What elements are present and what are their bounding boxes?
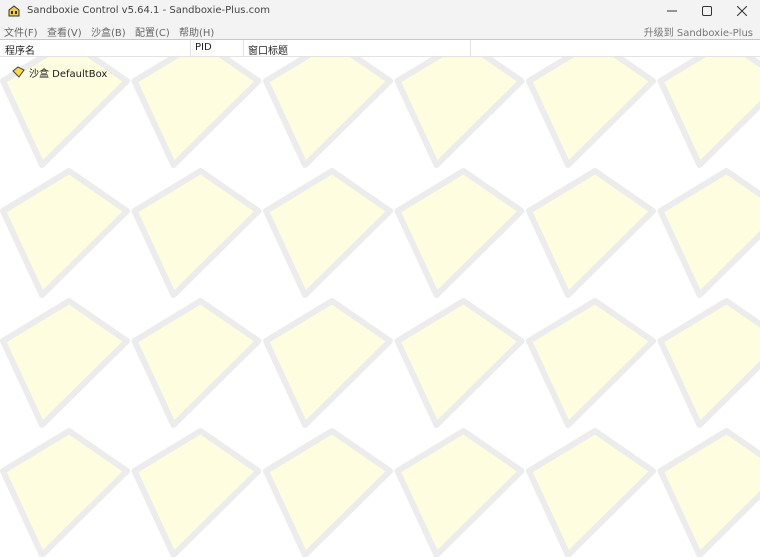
pattern-kite [529,171,653,295]
pattern-kite [661,431,760,555]
upgrade-link[interactable]: 升级到 Sandboxie-Plus [644,24,753,39]
menu-sandbox[interactable]: 沙盒(B) [91,24,126,39]
pattern-kite [3,301,127,425]
pattern-kite [266,41,390,165]
background-pattern [0,40,760,557]
pattern-kite [529,431,653,555]
pattern-kite [3,41,127,165]
menu-view[interactable]: 查看(V) [47,24,82,39]
close-button[interactable] [726,0,758,22]
pattern-kite [266,171,390,295]
column-window-title[interactable]: 窗口标题 [248,42,288,57]
column-divider[interactable] [190,40,191,56]
sandbox-row-defaultbox[interactable]: 沙盒 DefaultBox [0,64,760,80]
column-header: 程序名 PID 窗口标题 [0,40,760,57]
menu-bar: 文件(F) 查看(V) 沙盒(B) 配置(C) 帮助(H) 升级到 Sandbo… [0,22,760,39]
window-title: Sandboxie Control v5.64.1 - Sandboxie-Pl… [27,5,270,16]
pattern-kite [3,431,127,555]
maximize-icon [702,6,712,16]
menu-help[interactable]: 帮助(H) [179,24,214,39]
column-divider[interactable] [470,40,471,56]
column-program-name[interactable]: 程序名 [5,42,35,57]
sandbox-label: 沙盒 DefaultBox [29,65,107,80]
pattern-kite [135,431,259,555]
menu-configure[interactable]: 配置(C) [135,24,170,39]
pattern-kite [398,431,522,555]
pattern-kite [3,171,127,295]
maximize-button[interactable] [691,0,723,22]
pattern-kite [661,41,760,165]
pattern-kite [135,171,259,295]
pattern-kite [398,301,522,425]
minimize-button[interactable] [656,0,688,22]
pattern-kite [135,301,259,425]
sandbox-diamond-icon [12,66,25,78]
pattern-kite [135,41,259,165]
pattern-kite [529,301,653,425]
pattern-kite [661,301,760,425]
process-tree-view[interactable]: 程序名 PID 窗口标题 沙盒 DefaultBox [0,39,760,557]
pattern-kite [529,41,653,165]
pattern-kite [398,41,522,165]
sandboxie-app-icon [7,4,21,18]
column-divider[interactable] [243,40,244,56]
column-pid[interactable]: PID [195,42,212,53]
close-icon [737,6,747,16]
pattern-kite [266,301,390,425]
sandboxie-window: Sandboxie Control v5.64.1 - Sandboxie-Pl… [0,0,760,556]
pattern-kite [266,431,390,555]
pattern-kite [661,171,760,295]
menu-file[interactable]: 文件(F) [4,24,38,39]
minimize-icon [667,6,677,16]
title-bar[interactable]: Sandboxie Control v5.64.1 - Sandboxie-Pl… [0,0,760,22]
pattern-kite [398,171,522,295]
